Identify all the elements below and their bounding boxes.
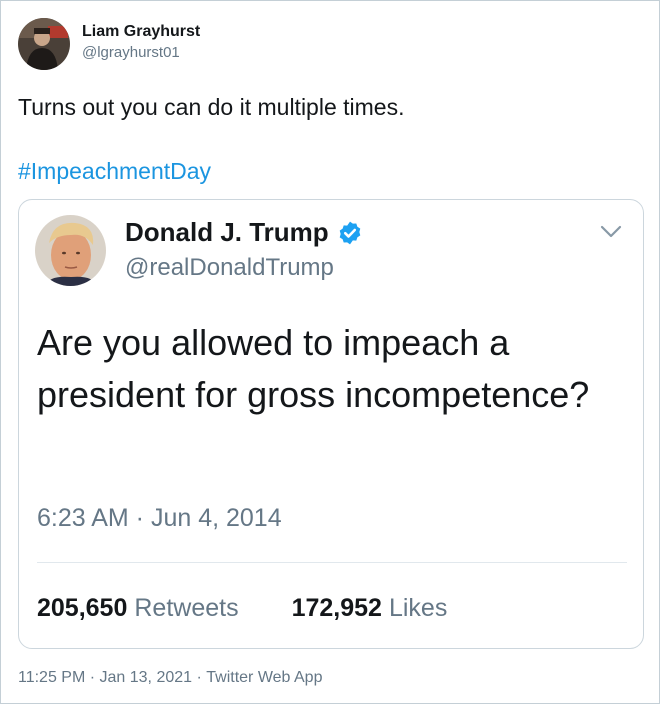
retweets-label: Retweets bbox=[134, 594, 239, 622]
quoted-tweet-text: Are you allowed to impeach a president f… bbox=[37, 322, 590, 415]
author-name[interactable]: Liam Grayhurst bbox=[82, 23, 200, 41]
likes-stat[interactable]: 172,952 Likes bbox=[292, 594, 448, 623]
divider bbox=[37, 562, 627, 563]
tweet-card: Liam Grayhurst @lgrayhurst01 Turns out y… bbox=[0, 0, 660, 704]
likes-count: 172,952 bbox=[291, 594, 382, 622]
quoted-author-handle[interactable]: @realDonaldTrump bbox=[125, 254, 334, 282]
quoted-author-avatar[interactable] bbox=[35, 215, 106, 286]
quoted-tweet-stats: 205,650 Retweets 172,952 Likes bbox=[37, 594, 447, 623]
quoted-author-name[interactable]: Donald J. Trump bbox=[125, 217, 363, 248]
tweet-source-app[interactable]: Twitter Web App bbox=[206, 669, 322, 687]
tweet-text: Turns out you can do it multiple times. bbox=[18, 94, 405, 120]
author-avatar[interactable] bbox=[18, 18, 70, 70]
quoted-author-name-text: Donald J. Trump bbox=[125, 217, 329, 247]
tweet-timestamp[interactable]: 11:25 PM · Jan 13, 2021 · bbox=[18, 669, 206, 687]
retweets-stat[interactable]: 205,650 Retweets bbox=[37, 594, 239, 623]
hashtag-link[interactable]: #ImpeachmentDay bbox=[18, 158, 211, 185]
author-handle[interactable]: @lgrayhurst01 bbox=[82, 44, 180, 61]
chevron-down-icon[interactable] bbox=[599, 224, 623, 240]
likes-label: Likes bbox=[388, 594, 448, 622]
quoted-tweet-timestamp[interactable]: 6:23 AM · Jun 4, 2014 bbox=[37, 504, 282, 533]
quoted-tweet-card[interactable]: Donald J. Trump @realDonaldTrump Are you… bbox=[18, 199, 644, 649]
verified-badge-icon bbox=[339, 221, 360, 244]
tweet-footer: 11:25 PM · Jan 13, 2021 · Twitter Web Ap… bbox=[18, 669, 322, 687]
retweets-count: 205,650 bbox=[37, 594, 128, 622]
